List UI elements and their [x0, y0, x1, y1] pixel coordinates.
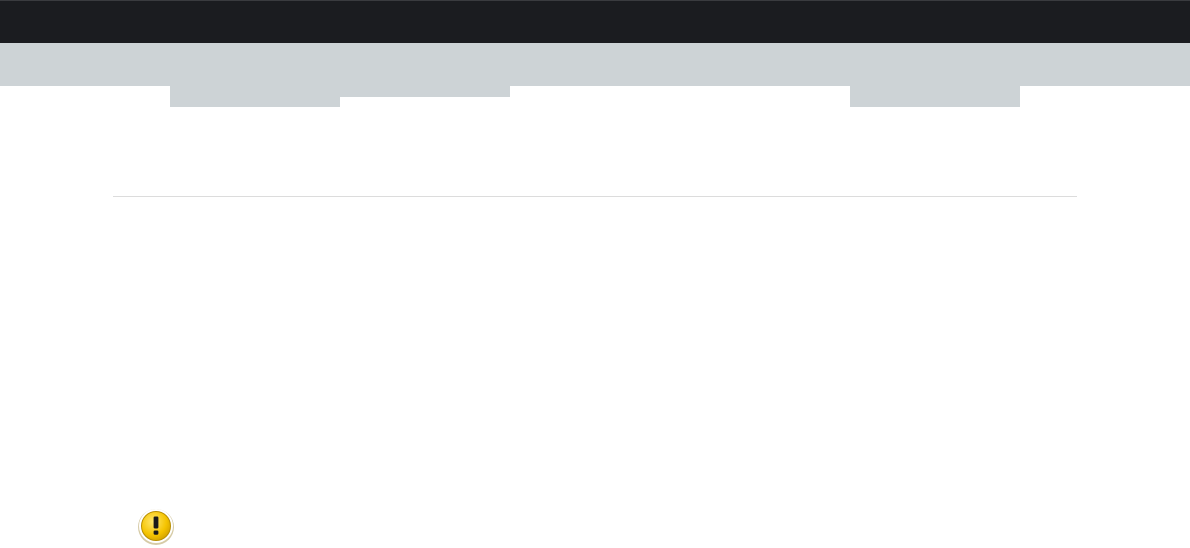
- nav-tab-2[interactable]: [340, 86, 510, 97]
- top-header-bar: [0, 0, 1190, 43]
- nav-tab-3[interactable]: [850, 86, 1020, 107]
- page: [0, 0, 1190, 548]
- warning-icon: [136, 508, 176, 548]
- section-divider: [113, 196, 1077, 197]
- navigation-bar: [0, 43, 1190, 86]
- nav-tab-1[interactable]: [170, 86, 340, 107]
